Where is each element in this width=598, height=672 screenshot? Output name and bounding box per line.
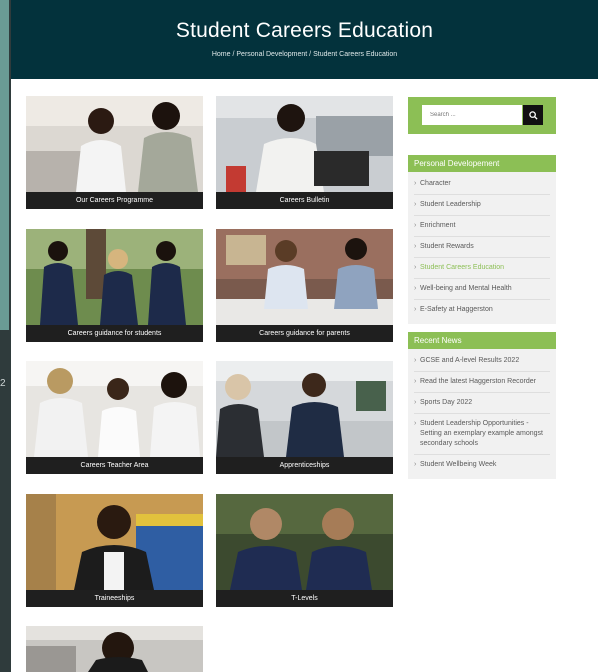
students-outdoors-photo xyxy=(26,229,203,325)
breadcrumb-current: Student Careers Education xyxy=(313,51,398,58)
search-input[interactable] xyxy=(422,105,522,125)
widget-title: Personal Developement xyxy=(408,155,556,172)
news-item[interactable]: Student Leadership Opportunities - Setti… xyxy=(414,414,550,455)
left-strip-text: 2 xyxy=(0,378,6,389)
students-lab-photo xyxy=(26,96,203,192)
student-smiling-photo xyxy=(26,494,203,590)
tile-caption: Our Careers Programme xyxy=(26,192,203,209)
news-item[interactable]: Sports Day 2022 xyxy=(414,393,550,414)
breadcrumb-separator: / xyxy=(232,51,235,58)
menu-item-esafety[interactable]: E-Safety at Haggerston xyxy=(414,300,550,320)
tile-caption: Careers Bulletin xyxy=(216,192,393,209)
recent-news-widget: Recent News GCSE and A-level Results 202… xyxy=(408,332,556,479)
news-item[interactable]: Read the latest Haggerston Recorder xyxy=(414,372,550,393)
tile-partial[interactable] xyxy=(26,626,203,672)
tile-careers-bulletin[interactable]: Careers Bulletin xyxy=(216,96,393,209)
two-students-photo xyxy=(216,494,393,590)
tile-caption: Apprenticeships xyxy=(216,457,393,474)
personal-development-widget: Personal Developement Character Student … xyxy=(408,155,556,324)
menu-item-enrichment[interactable]: Enrichment xyxy=(414,216,550,237)
menu-item-student-rewards[interactable]: Student Rewards xyxy=(414,237,550,258)
breadcrumb: Home / Personal Development / Student Ca… xyxy=(11,51,598,58)
sidebar-search-box xyxy=(408,97,556,134)
student-classroom-photo xyxy=(26,626,203,672)
tile-caption: T-Levels xyxy=(216,590,393,607)
tile-careers-teacher-area[interactable]: Careers Teacher Area xyxy=(26,361,203,474)
tile-careers-guidance-parents[interactable]: Careers guidance for parents xyxy=(216,229,393,342)
page-header: Student Careers Education Home / Persona… xyxy=(11,0,598,79)
tile-apprenticeships[interactable]: Apprenticeships xyxy=(216,361,393,474)
tile-our-careers-programme[interactable]: Our Careers Programme xyxy=(26,96,203,209)
search-button[interactable] xyxy=(523,105,543,125)
tile-t-levels[interactable]: T-Levels xyxy=(216,494,393,607)
news-item[interactable]: Student Wellbeing Week xyxy=(414,455,550,475)
student-laptop-photo xyxy=(216,96,393,192)
menu-item-character[interactable]: Character xyxy=(414,174,550,195)
students-science-photo xyxy=(26,361,203,457)
left-strip-accent xyxy=(0,0,9,330)
news-item[interactable]: GCSE and A-level Results 2022 xyxy=(414,351,550,372)
page-title: Student Careers Education xyxy=(175,19,434,42)
left-background-strip: 2 xyxy=(0,0,11,672)
tile-caption: Careers guidance for students xyxy=(26,325,203,342)
tile-caption: Careers Teacher Area xyxy=(26,457,203,474)
tile-careers-guidance-students[interactable]: Careers guidance for students xyxy=(26,229,203,342)
menu-item-wellbeing[interactable]: Well-being and Mental Health xyxy=(414,279,550,300)
breadcrumb-personal-development[interactable]: Personal Development xyxy=(236,51,307,58)
menu-item-student-leadership[interactable]: Student Leadership xyxy=(414,195,550,216)
menu-item-student-careers-education[interactable]: Student Careers Education xyxy=(414,258,550,279)
widget-title: Recent News xyxy=(408,332,556,349)
breadcrumb-home[interactable]: Home xyxy=(212,51,231,58)
tile-caption: Careers guidance for parents xyxy=(216,325,393,342)
breadcrumb-separator: / xyxy=(309,51,312,58)
students-desk-photo xyxy=(216,361,393,457)
tile-traineeships[interactable]: Traineeships xyxy=(26,494,203,607)
search-icon xyxy=(528,110,538,120)
parents-meeting-photo xyxy=(216,229,393,325)
tile-caption: Traineeships xyxy=(26,590,203,607)
